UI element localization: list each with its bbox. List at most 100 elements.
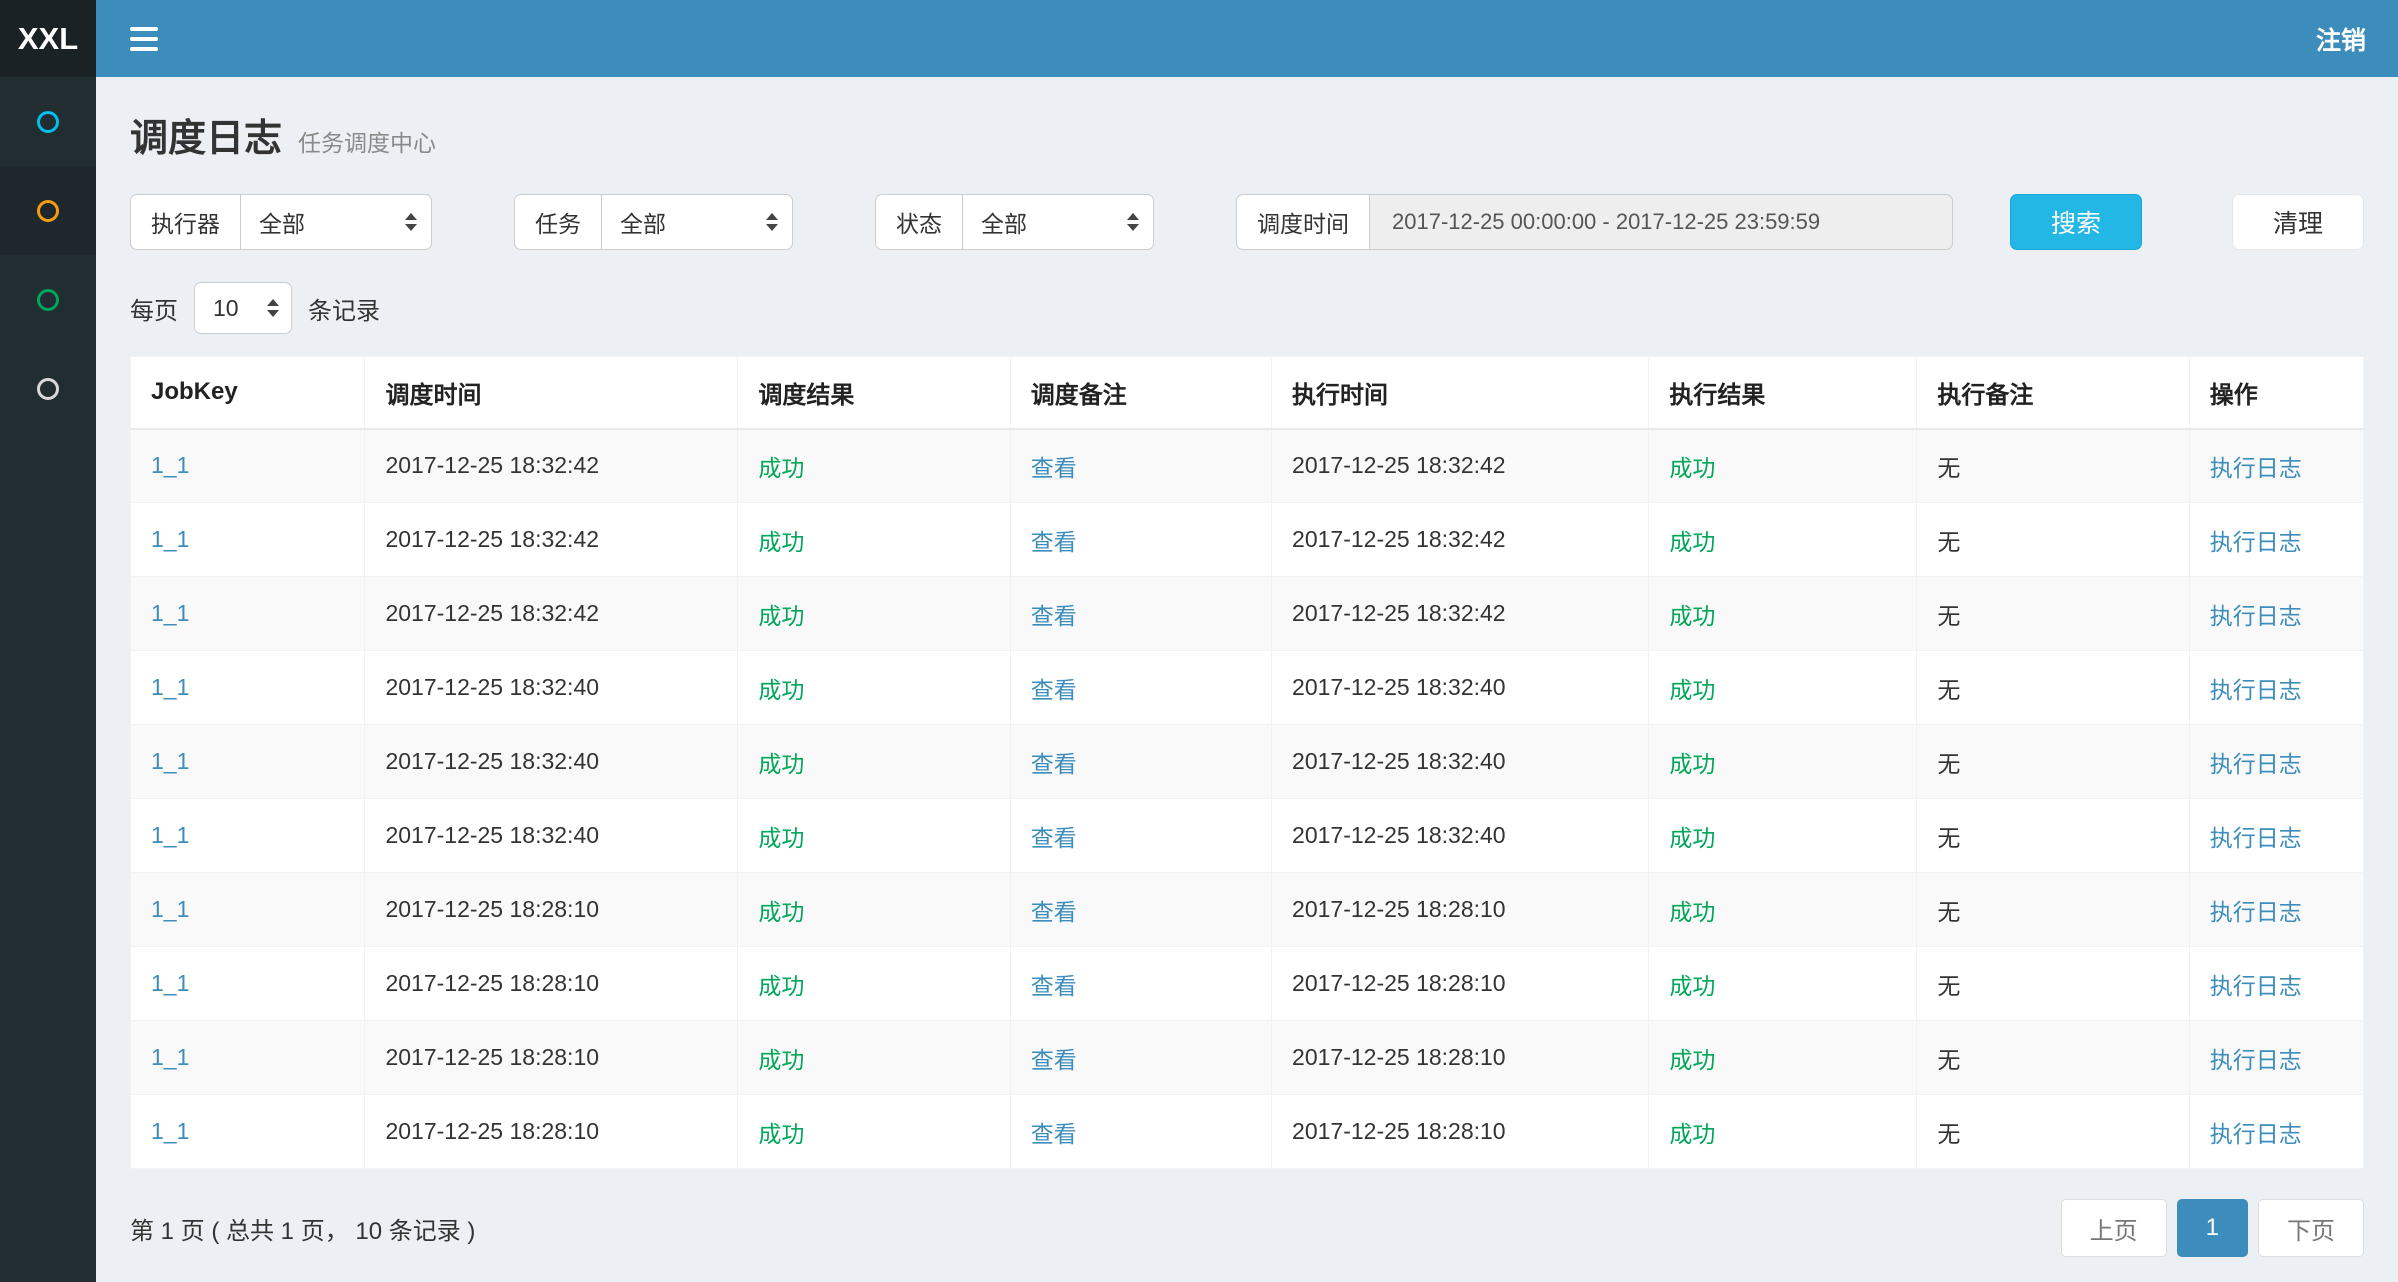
action-cell: 执行日志 <box>2189 725 2363 799</box>
trigger-result-cell: 成功 <box>738 577 1010 651</box>
job-select-value: 全部 <box>620 205 666 239</box>
handle-remark-cell: 无 <box>1917 799 2189 873</box>
exec-log-link[interactable]: 执行日志 <box>2210 973 2302 999</box>
trigger-remark-cell: 查看 <box>1010 799 1271 873</box>
jobkey-cell: 1_1 <box>131 725 365 799</box>
jobkey-link[interactable]: 1_1 <box>151 452 189 478</box>
trigger-time-cell: 2017-12-25 18:28:10 <box>365 947 738 1021</box>
trigger-result-cell: 成功 <box>738 799 1010 873</box>
status-select[interactable]: 全部 <box>962 194 1154 250</box>
trigger-result-cell: 成功 <box>738 503 1010 577</box>
pagination-summary: 第 1 页 ( 总共 1 页， 10 条记录 ) <box>130 1211 475 1246</box>
jobkey-link[interactable]: 1_1 <box>151 526 189 552</box>
clear-button[interactable]: 清理 <box>2232 194 2364 250</box>
exec-log-link[interactable]: 执行日志 <box>2210 677 2302 703</box>
status-label: 状态 <box>875 194 962 250</box>
action-cell: 执行日志 <box>2189 503 2363 577</box>
executor-select[interactable]: 全部 <box>240 194 432 250</box>
jobkey-cell: 1_1 <box>131 577 365 651</box>
jobkey-link[interactable]: 1_1 <box>151 1118 189 1144</box>
filter-bar: 执行器 全部 任务 全部 状态 全部 调度时间 2017-12-25 00:00… <box>130 194 2364 250</box>
view-remark-link[interactable]: 查看 <box>1031 973 1077 999</box>
view-remark-link[interactable]: 查看 <box>1031 1047 1077 1073</box>
prev-page-button[interactable]: 上页 <box>2061 1199 2167 1257</box>
column-header-handle-remark: 执行备注 <box>1917 357 2189 429</box>
table-row: 1_1 2017-12-25 18:32:42 成功 查看 2017-12-25… <box>131 429 2364 503</box>
page-size-value: 10 <box>213 295 239 322</box>
jobkey-link[interactable]: 1_1 <box>151 600 189 626</box>
exec-log-link[interactable]: 执行日志 <box>2210 825 2302 851</box>
sidebar-item-4[interactable] <box>0 344 96 433</box>
current-page-button[interactable]: 1 <box>2177 1199 2248 1257</box>
page-size-select[interactable]: 10 <box>194 282 292 334</box>
view-remark-link[interactable]: 查看 <box>1031 529 1077 555</box>
next-page-button[interactable]: 下页 <box>2258 1199 2364 1257</box>
jobkey-link[interactable]: 1_1 <box>151 970 189 996</box>
jobkey-cell: 1_1 <box>131 799 365 873</box>
action-cell: 执行日志 <box>2189 947 2363 1021</box>
view-remark-link[interactable]: 查看 <box>1031 677 1077 703</box>
exec-log-link[interactable]: 执行日志 <box>2210 1121 2302 1147</box>
table-row: 1_1 2017-12-25 18:32:42 成功 查看 2017-12-25… <box>131 503 2364 577</box>
view-remark-link[interactable]: 查看 <box>1031 455 1077 481</box>
handle-time-cell: 2017-12-25 18:28:10 <box>1272 947 1649 1021</box>
job-label: 任务 <box>514 194 601 250</box>
trigger-remark-cell: 查看 <box>1010 947 1271 1021</box>
job-select[interactable]: 全部 <box>601 194 793 250</box>
jobkey-cell: 1_1 <box>131 873 365 947</box>
search-button[interactable]: 搜索 <box>2010 194 2142 250</box>
trigger-time-cell: 2017-12-25 18:28:10 <box>365 1021 738 1095</box>
exec-log-link[interactable]: 执行日志 <box>2210 751 2302 777</box>
exec-log-link[interactable]: 执行日志 <box>2210 899 2302 925</box>
exec-log-link[interactable]: 执行日志 <box>2210 603 2302 629</box>
trigger-remark-cell: 查看 <box>1010 1021 1271 1095</box>
jobkey-link[interactable]: 1_1 <box>151 1044 189 1070</box>
exec-log-link[interactable]: 执行日志 <box>2210 529 2302 555</box>
sidebar-item-1[interactable] <box>0 77 96 166</box>
status-select-value: 全部 <box>981 205 1027 239</box>
app-logo[interactable]: XXL <box>0 0 96 77</box>
handle-result-cell: 成功 <box>1649 725 1917 799</box>
trigger-result-cell: 成功 <box>738 725 1010 799</box>
handle-result-cell: 成功 <box>1649 873 1917 947</box>
trigger-time-cell: 2017-12-25 18:28:10 <box>365 873 738 947</box>
handle-remark-cell: 无 <box>1917 725 2189 799</box>
sidebar-item-3[interactable] <box>0 255 96 344</box>
handle-result-cell: 成功 <box>1649 1021 1917 1095</box>
top-navbar: XXL 注销 <box>0 0 2398 77</box>
view-remark-link[interactable]: 查看 <box>1031 1121 1077 1147</box>
action-cell: 执行日志 <box>2189 429 2363 503</box>
logout-link[interactable]: 注销 <box>2316 21 2366 57</box>
view-remark-link[interactable]: 查看 <box>1031 825 1077 851</box>
sidebar-item-2[interactable] <box>0 166 96 255</box>
table-row: 1_1 2017-12-25 18:28:10 成功 查看 2017-12-25… <box>131 947 2364 1021</box>
view-remark-link[interactable]: 查看 <box>1031 603 1077 629</box>
jobkey-cell: 1_1 <box>131 1095 365 1169</box>
sidebar-toggle-icon[interactable] <box>120 17 168 61</box>
trigger-remark-cell: 查看 <box>1010 725 1271 799</box>
jobkey-link[interactable]: 1_1 <box>151 896 189 922</box>
exec-log-link[interactable]: 执行日志 <box>2210 1047 2302 1073</box>
jobkey-link[interactable]: 1_1 <box>151 674 189 700</box>
handle-result-cell: 成功 <box>1649 651 1917 725</box>
trigger-result-cell: 成功 <box>738 1095 1010 1169</box>
trigger-time-range-input[interactable]: 2017-12-25 00:00:00 - 2017-12-25 23:59:5… <box>1369 194 1953 250</box>
handle-time-cell: 2017-12-25 18:32:40 <box>1272 725 1649 799</box>
view-remark-link[interactable]: 查看 <box>1031 751 1077 777</box>
circle-icon <box>37 111 59 133</box>
trigger-result-cell: 成功 <box>738 651 1010 725</box>
table-row: 1_1 2017-12-25 18:28:10 成功 查看 2017-12-25… <box>131 873 2364 947</box>
handle-time-cell: 2017-12-25 18:32:42 <box>1272 429 1649 503</box>
trigger-remark-cell: 查看 <box>1010 651 1271 725</box>
exec-log-link[interactable]: 执行日志 <box>2210 455 2302 481</box>
handle-time-cell: 2017-12-25 18:28:10 <box>1272 1095 1649 1169</box>
jobkey-link[interactable]: 1_1 <box>151 822 189 848</box>
jobkey-link[interactable]: 1_1 <box>151 748 189 774</box>
view-remark-link[interactable]: 查看 <box>1031 899 1077 925</box>
handle-result-cell: 成功 <box>1649 429 1917 503</box>
column-header-handle-result: 执行结果 <box>1649 357 1917 429</box>
select-stepper-icon <box>1127 213 1139 231</box>
page-size-suffix: 条记录 <box>308 291 380 326</box>
handle-time-cell: 2017-12-25 18:32:40 <box>1272 799 1649 873</box>
handle-result-cell: 成功 <box>1649 503 1917 577</box>
